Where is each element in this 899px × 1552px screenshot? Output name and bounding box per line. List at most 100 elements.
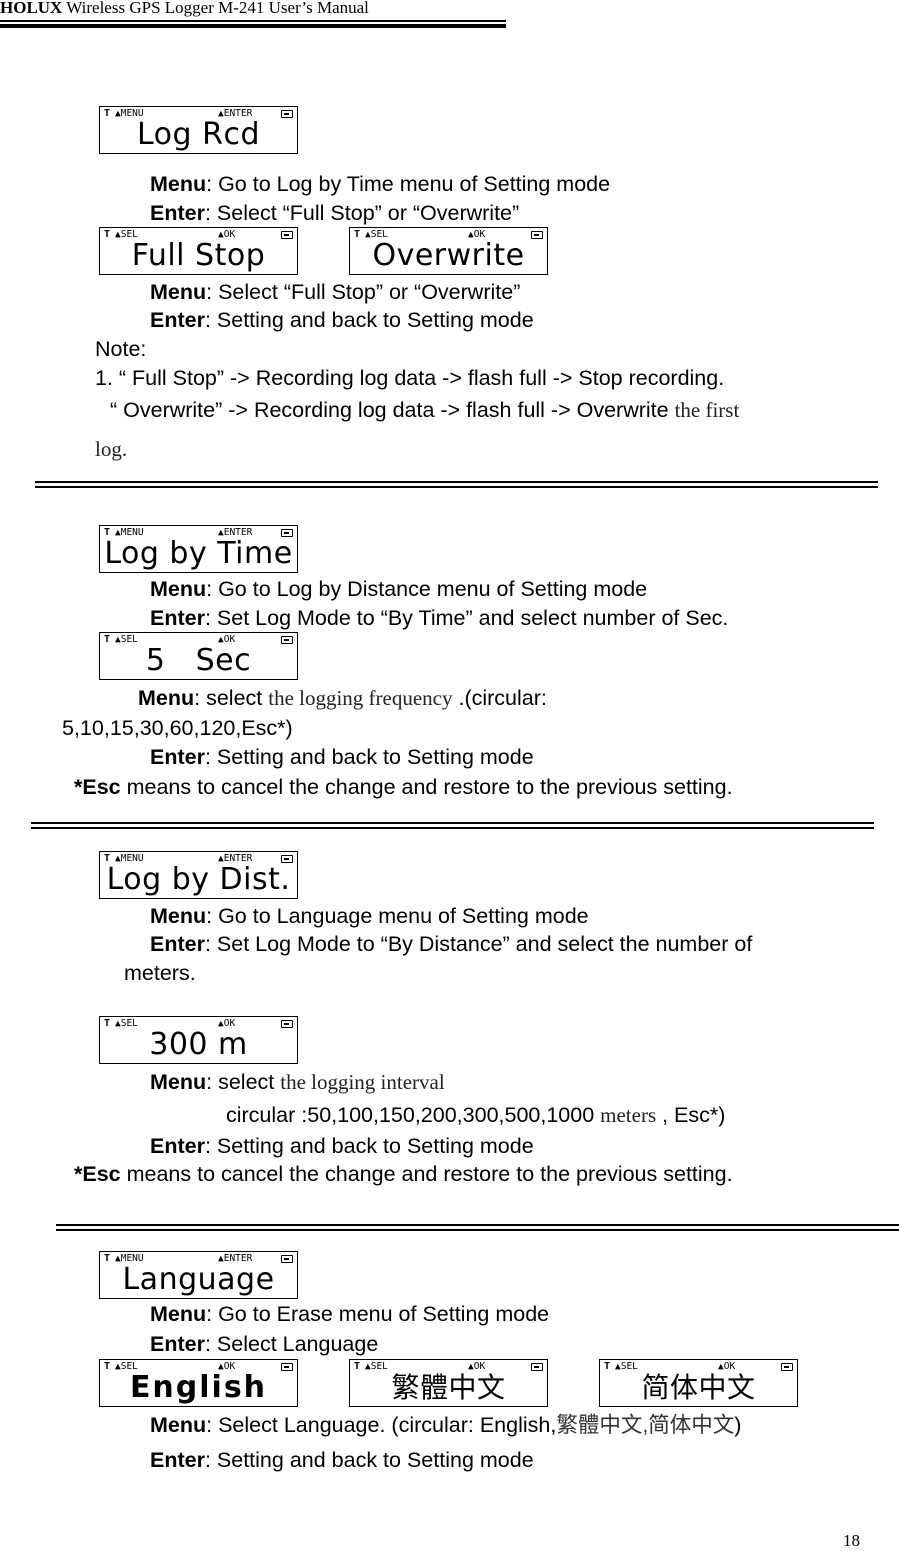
note-line: “ Overwrite” -> Recording log data -> fl…	[110, 397, 739, 423]
lcd-text: English	[129, 1370, 268, 1405]
note-line: 1. “ Full Stop” -> Recording log data ->…	[95, 366, 725, 390]
esc-text: means to cancel the change and restore t…	[120, 775, 733, 799]
menu-text: )	[734, 1413, 742, 1437]
enter-label: Enter	[150, 201, 205, 225]
lcd-text: 300 m	[149, 1027, 248, 1062]
battery-icon	[531, 231, 543, 239]
esc-text: means to cancel the change and restore t…	[120, 1162, 733, 1186]
menu-text-cjk: 繁體中文,简体中文	[556, 1413, 735, 1437]
lcd-screen-seconds: T ▲SEL ▲OK 5 Sec	[99, 632, 298, 680]
instruction-continuation: circular :50,100,150,200,300,500,1000 me…	[226, 1102, 725, 1128]
menu-label: Menu	[150, 280, 207, 304]
note-text: “ Overwrite” -> Recording log data -> fl…	[110, 398, 675, 422]
lcd-screen-full-stop: T ▲SEL ▲OK Full Stop	[99, 227, 298, 275]
section-separator	[56, 1224, 899, 1232]
instruction-enter: Enter: Setting and back to Setting mode	[150, 1133, 534, 1159]
enter-label: Enter	[150, 606, 205, 630]
instruction-enter: Enter: Setting and back to Setting mode	[150, 744, 534, 770]
enter-label: Enter	[150, 745, 205, 769]
menu-text-serif: the logging frequency	[268, 686, 453, 710]
enter-text: : Select Language	[204, 1332, 379, 1356]
instruction-continuation: 5,10,15,30,60,120,Esc*)	[62, 716, 293, 740]
menu-text: : Select Language. (circular: English,	[206, 1413, 557, 1437]
menu-text: : Go to Log by Time menu of Setting mode	[206, 172, 611, 196]
instruction-enter: Enter: Setting and back to Setting mode	[150, 1447, 534, 1473]
header-rule	[0, 20, 506, 22]
header-rule-thick	[0, 24, 506, 28]
instruction-menu: Menu: Go to Language menu of Setting mod…	[150, 903, 589, 929]
menu-text: : select	[194, 686, 269, 710]
instruction-menu: Menu: Go to Log by Distance menu of Sett…	[150, 576, 647, 602]
instruction-enter: Enter: Setting and back to Setting mode	[150, 307, 534, 333]
battery-icon	[781, 1363, 793, 1371]
page-header: HOLUX Wireless GPS Logger M-241 User’s M…	[0, 0, 369, 18]
esc-note: *Esc means to cancel the change and rest…	[74, 1161, 733, 1187]
instruction-enter: Enter: Select Language	[150, 1331, 378, 1357]
lcd-screen-english: T ▲SEL ▲OK English	[99, 1359, 298, 1407]
menu-label: Menu	[150, 904, 207, 928]
lcd-text: 繁體中文	[391, 1371, 506, 1404]
menu-label: Menu	[150, 577, 207, 601]
page-number: 18	[843, 1531, 860, 1550]
esc-label: *Esc	[74, 775, 121, 799]
instruction-menu: Menu: Select “Full Stop” or “Overwrite”	[150, 279, 520, 305]
enter-text: : Setting and back to Setting mode	[204, 1448, 534, 1472]
menu-text: .(circular:	[452, 686, 547, 710]
note-line: log.	[95, 437, 128, 461]
instruction-enter: Enter: Set Log Mode to “By Time” and sel…	[150, 605, 728, 631]
lcd-screen-language: T ▲MENU ▲ENTER Language	[99, 1251, 298, 1299]
enter-label: Enter	[150, 1332, 205, 1356]
enter-label: Enter	[150, 1134, 205, 1158]
lcd-screen-traditional-chinese: T ▲SEL ▲OK 繁體中文	[349, 1359, 548, 1407]
instruction-enter: Enter: Select “Full Stop” or “Overwrite”	[150, 200, 519, 226]
menu-text: : Go to Language menu of Setting mode	[206, 904, 589, 928]
header-brand: HOLUX	[0, 0, 63, 17]
instruction-menu: Menu: select the logging frequency .(cir…	[138, 685, 547, 711]
menu-text: : select	[206, 1070, 281, 1094]
menu-text: , Esc*)	[656, 1103, 726, 1127]
lcd-screen-overwrite: T ▲SEL ▲OK Overwrite	[349, 227, 548, 275]
battery-icon	[281, 110, 293, 118]
instruction-continuation: meters.	[124, 961, 196, 985]
lcd-screen-log-by-time: T ▲MENU ▲ENTER Log by Time	[99, 525, 298, 573]
lcd-text: 5 Sec	[145, 643, 252, 678]
menu-text: : Select “Full Stop” or “Overwrite”	[206, 280, 521, 304]
enter-text: : Setting and back to Setting mode	[204, 745, 534, 769]
enter-text: : Select “Full Stop” or “Overwrite”	[204, 201, 520, 225]
menu-label: Menu	[150, 172, 207, 196]
lcd-screen-simplified-chinese: T ▲SEL ▲OK 简体中文	[599, 1359, 798, 1407]
esc-label: *Esc	[74, 1162, 121, 1186]
section-separator	[35, 481, 878, 489]
lcd-text: Overwrite	[372, 238, 525, 273]
battery-icon	[281, 231, 293, 239]
enter-text: : Setting and back to Setting mode	[204, 1134, 534, 1158]
lcd-text: Log by Dist.	[106, 862, 291, 897]
instruction-menu: Menu: Select Language. (circular: Englis…	[150, 1412, 741, 1438]
enter-text: : Set Log Mode to “By Time” and select n…	[204, 606, 729, 630]
lcd-text: Log Rcd	[136, 117, 260, 152]
battery-icon	[281, 1255, 293, 1263]
note-title: Note:	[95, 337, 147, 361]
menu-text-serif: meters	[600, 1103, 657, 1127]
lcd-screen-log-rcd: T ▲MENU ▲ENTER Log Rcd	[99, 106, 298, 154]
menu-text-serif: the logging interval	[280, 1070, 445, 1094]
enter-label: Enter	[150, 932, 205, 956]
lcd-text: Language	[122, 1262, 275, 1297]
battery-icon	[281, 636, 293, 644]
menu-label: Menu	[150, 1070, 207, 1094]
battery-icon	[531, 1363, 543, 1371]
battery-icon	[281, 1020, 293, 1028]
header-title: Wireless GPS Logger M-241 User’s Manual	[62, 0, 369, 17]
instruction-enter: Enter: Set Log Mode to “By Distance” and…	[150, 931, 752, 957]
note-text-serif: the first	[674, 398, 740, 422]
enter-label: Enter	[150, 308, 205, 332]
enter-text: : Setting and back to Setting mode	[204, 308, 534, 332]
battery-icon	[281, 1363, 293, 1371]
menu-label: Menu	[150, 1413, 207, 1437]
instruction-menu: Menu: Go to Log by Time menu of Setting …	[150, 171, 610, 197]
enter-text: : Set Log Mode to “By Distance” and sele…	[204, 932, 753, 956]
lcd-text: Full Stop	[131, 238, 266, 273]
section-separator	[31, 822, 874, 830]
menu-text: : Go to Erase menu of Setting mode	[206, 1302, 550, 1326]
instruction-menu: Menu: Go to Erase menu of Setting mode	[150, 1301, 549, 1327]
